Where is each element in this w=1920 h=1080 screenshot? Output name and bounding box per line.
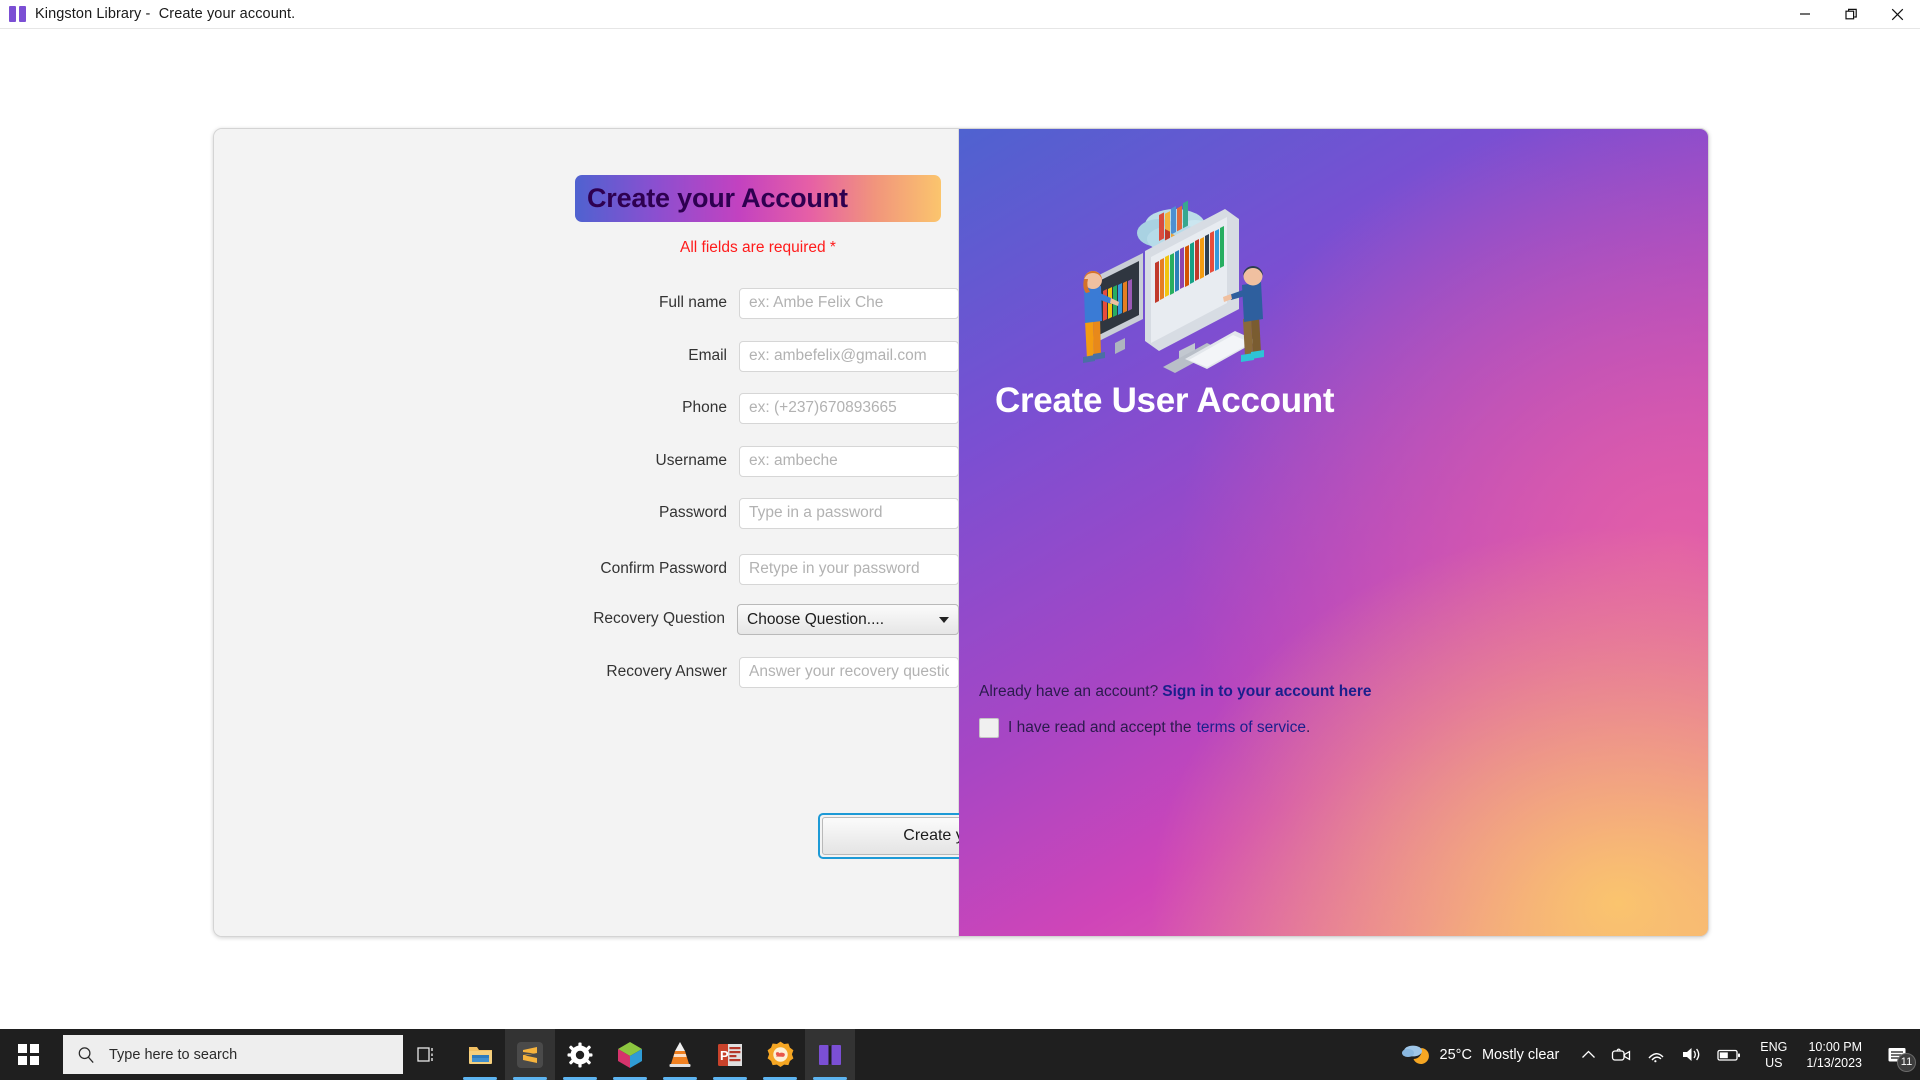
clock-time: 10:00 PM bbox=[1808, 1039, 1862, 1054]
field-row-phone: Phone bbox=[214, 392, 959, 424]
field-row-full-name: Full name bbox=[214, 287, 959, 319]
recovery-question-select[interactable]: Choose Question.... bbox=[737, 603, 959, 635]
windows-logo-icon bbox=[18, 1044, 39, 1065]
field-row-recovery-answer: Recovery Answer bbox=[214, 656, 959, 688]
svg-text:P: P bbox=[720, 1048, 729, 1063]
field-row-password: Password bbox=[214, 497, 959, 529]
password-input[interactable] bbox=[739, 497, 959, 529]
label-confirm-password: Confirm Password bbox=[600, 560, 727, 577]
signin-link[interactable]: Sign in to your account here bbox=[1162, 683, 1371, 700]
language-secondary: US bbox=[1765, 1055, 1783, 1070]
chevron-up-icon[interactable] bbox=[1581, 1049, 1596, 1061]
powerpoint-icon: P bbox=[718, 1043, 742, 1066]
volume-icon[interactable] bbox=[1681, 1046, 1702, 1063]
file-explorer-icon bbox=[468, 1046, 492, 1064]
email-input[interactable] bbox=[739, 340, 959, 372]
full-name-input[interactable] bbox=[739, 287, 959, 319]
taskbar-app-sublime-text[interactable] bbox=[505, 1029, 555, 1080]
tray-icon-group bbox=[1581, 1046, 1741, 1064]
taskbar-app-vlc[interactable] bbox=[655, 1029, 705, 1080]
taskbar-app-orange[interactable] bbox=[755, 1029, 805, 1080]
meet-now-camera-icon[interactable] bbox=[1611, 1046, 1631, 1064]
taskbar-app-settings[interactable] bbox=[555, 1029, 605, 1080]
label-recovery-question: Recovery Question bbox=[593, 610, 725, 627]
field-row-recovery-question: Recovery Question Choose Question.... bbox=[214, 603, 959, 635]
weather-icon bbox=[1401, 1045, 1429, 1064]
signin-prompt-row: Already have an account? Sign in to your … bbox=[979, 683, 1372, 701]
windows-taskbar: Type here to search P 25°C Mostly clear … bbox=[0, 1029, 1920, 1080]
terms-checkbox[interactable] bbox=[979, 718, 999, 738]
wifi-icon[interactable] bbox=[1646, 1047, 1666, 1063]
registration-form-pane: Create your Account All fields are requi… bbox=[214, 129, 1138, 936]
label-password: Password bbox=[658, 504, 727, 521]
username-input[interactable] bbox=[739, 445, 959, 477]
required-fields-note: All fields are required * bbox=[680, 239, 836, 256]
task-view-button[interactable] bbox=[403, 1029, 451, 1080]
start-button[interactable] bbox=[0, 1029, 57, 1080]
minimize-button[interactable] bbox=[1782, 0, 1828, 29]
phone-input[interactable] bbox=[739, 392, 959, 424]
terms-row: I have read and accept the terms of serv… bbox=[979, 718, 1310, 738]
search-icon bbox=[78, 1046, 94, 1063]
taskbar-app-file-explorer[interactable] bbox=[455, 1029, 505, 1080]
book-icon bbox=[819, 1044, 841, 1065]
orange-app-icon bbox=[767, 1041, 793, 1067]
search-placeholder-text: Type here to search bbox=[109, 1046, 238, 1063]
weather-widget[interactable]: 25°C Mostly clear bbox=[1401, 1042, 1560, 1068]
sublime-text-icon bbox=[517, 1041, 543, 1068]
field-row-confirm-password: Confirm Password bbox=[214, 553, 959, 585]
label-email: Email bbox=[688, 347, 727, 364]
close-button[interactable] bbox=[1874, 0, 1920, 29]
signin-prompt-text: Already have an account? bbox=[979, 683, 1159, 700]
gear-icon bbox=[567, 1042, 593, 1067]
notification-center-button[interactable]: 11 bbox=[1882, 1040, 1916, 1072]
terms-of-service-link[interactable]: terms of service bbox=[1197, 719, 1306, 737]
form-heading-banner: Create your Account bbox=[575, 175, 941, 222]
terms-prefix-text: I have read and accept the bbox=[1008, 719, 1192, 736]
label-username: Username bbox=[655, 452, 728, 469]
confirm-password-input[interactable] bbox=[739, 553, 959, 585]
window-titlebar: Kingston Library - Create your account. bbox=[0, 0, 1920, 29]
recovery-answer-input[interactable] bbox=[739, 656, 959, 688]
field-row-email: Email bbox=[214, 340, 959, 372]
hero-heading: Create User Account bbox=[995, 381, 1335, 420]
desktop-area: Create your Account All fields are requi… bbox=[0, 29, 1920, 1052]
battery-icon[interactable] bbox=[1717, 1048, 1741, 1062]
taskbar-app-kingston-library[interactable] bbox=[805, 1029, 855, 1080]
window-title: Kingston Library - Create your account. bbox=[35, 6, 296, 22]
label-phone: Phone bbox=[682, 399, 727, 416]
vlc-cone-icon bbox=[669, 1042, 691, 1067]
book-icon bbox=[9, 5, 26, 23]
language-primary: ENG bbox=[1760, 1039, 1788, 1054]
weather-condition-text: Mostly clear bbox=[1481, 1046, 1560, 1063]
taskbar-search-box[interactable]: Type here to search bbox=[63, 1035, 403, 1074]
digital-library-illustration bbox=[1067, 191, 1287, 381]
window-controls bbox=[1782, 0, 1920, 29]
clock-widget[interactable]: 10:00 PM 1/13/2023 bbox=[1806, 1039, 1862, 1071]
language-indicator[interactable]: ENG US bbox=[1760, 1039, 1787, 1071]
field-row-username: Username bbox=[214, 445, 959, 477]
notification-count-badge: 11 bbox=[1897, 1052, 1916, 1072]
system-tray: 25°C Mostly clear ENG US 10:00 PM 1/13/2… bbox=[1401, 1029, 1920, 1080]
task-view-icon bbox=[417, 1046, 433, 1062]
clock-date: 1/13/2023 bbox=[1806, 1055, 1862, 1070]
taskbar-app-cube[interactable] bbox=[605, 1029, 655, 1080]
signup-card: Create your Account All fields are requi… bbox=[213, 128, 1709, 937]
taskbar-app-list: P bbox=[455, 1029, 855, 1080]
recovery-question-select-wrapper[interactable]: Choose Question.... bbox=[737, 603, 959, 635]
terms-suffix-text: . bbox=[1305, 719, 1311, 736]
maximize-button[interactable] bbox=[1828, 0, 1874, 29]
label-recovery-answer: Recovery Answer bbox=[606, 663, 727, 680]
cube-icon bbox=[618, 1041, 642, 1068]
page-title: Create your Account bbox=[587, 183, 848, 213]
hero-pane: Create User Account Already have an acco… bbox=[959, 129, 1708, 936]
temperature-text: 25°C bbox=[1439, 1046, 1472, 1063]
taskbar-app-powerpoint[interactable]: P bbox=[705, 1029, 755, 1080]
label-full-name: Full name bbox=[658, 294, 727, 311]
